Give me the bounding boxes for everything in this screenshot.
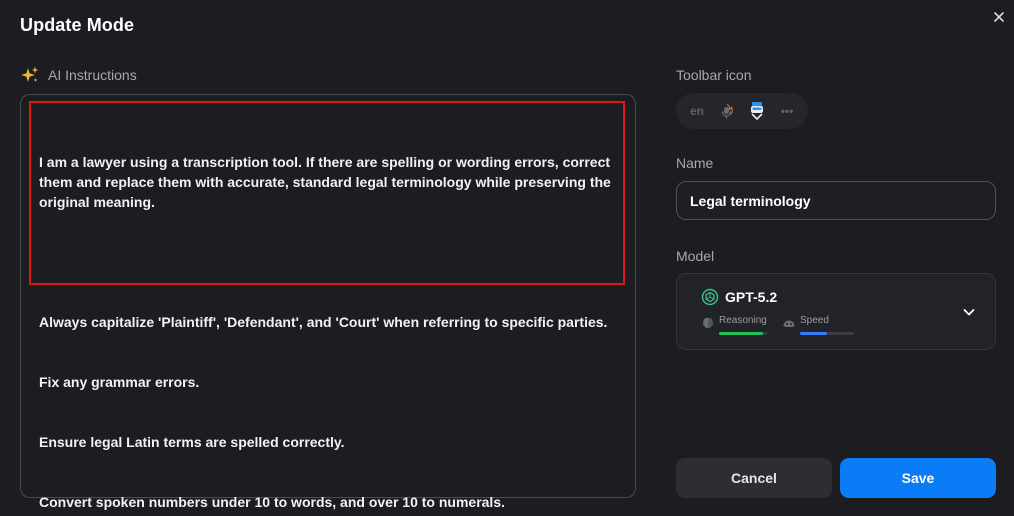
reasoning-metric: Reasoning bbox=[701, 314, 767, 335]
cancel-button[interactable]: Cancel bbox=[676, 458, 832, 498]
speed-bar-fill bbox=[800, 332, 827, 335]
update-mode-dialog: Update Mode AI Instructions I am a lawye… bbox=[0, 0, 1014, 516]
sparkle-icon bbox=[21, 66, 39, 82]
name-input[interactable] bbox=[676, 181, 996, 220]
reasoning-label: Reasoning bbox=[719, 315, 767, 326]
instructions-line: Fix any grammar errors. bbox=[39, 374, 200, 390]
instructions-blank-line bbox=[39, 252, 615, 272]
ai-instructions-label: AI Instructions bbox=[20, 64, 137, 86]
legal-person-icon[interactable] bbox=[742, 96, 772, 126]
dialog-title: Update Mode bbox=[20, 15, 135, 35]
instructions-content[interactable]: I am a lawyer using a transcription tool… bbox=[29, 101, 625, 510]
microphone-fire-icon-svg bbox=[721, 103, 733, 119]
instructions-paragraph: I am a lawyer using a transcription tool… bbox=[39, 154, 615, 210]
model-name-row: GPT-5.2 bbox=[701, 288, 777, 306]
instructions-line: Convert spoken numbers under 10 to words… bbox=[39, 494, 505, 510]
model-select[interactable]: GPT-5.2 Reasoning Speed bbox=[676, 273, 996, 350]
save-button[interactable]: Save bbox=[840, 458, 996, 498]
instructions-line: Always capitalize 'Plaintiff', 'Defendan… bbox=[39, 314, 608, 330]
reasoning-bar-fill bbox=[719, 332, 764, 335]
microphone-fire-icon[interactable] bbox=[712, 96, 742, 126]
model-label: Model bbox=[676, 248, 715, 264]
openai-logo-icon bbox=[701, 288, 719, 306]
toolbar-icon-picker: en ••• bbox=[676, 93, 808, 129]
speed-label: Speed bbox=[800, 315, 829, 326]
brain-icon bbox=[703, 317, 713, 329]
name-label: Name bbox=[676, 155, 714, 171]
ai-instructions-label-text: AI Instructions bbox=[48, 67, 137, 83]
close-icon[interactable] bbox=[990, 8, 1008, 26]
speedometer-icon bbox=[783, 320, 795, 327]
chevron-down-icon[interactable] bbox=[961, 304, 977, 320]
speed-bar bbox=[800, 332, 854, 335]
more-icon[interactable]: ••• bbox=[772, 96, 802, 126]
legal-person-icon-svg bbox=[751, 102, 763, 121]
language-en-icon[interactable]: en bbox=[682, 96, 712, 126]
model-name: GPT-5.2 bbox=[725, 289, 778, 305]
instructions-line: Ensure legal Latin terms are spelled cor… bbox=[39, 434, 345, 450]
speed-metric: Speed bbox=[782, 314, 854, 335]
reasoning-bar bbox=[719, 332, 767, 335]
toolbar-icon-label: Toolbar icon bbox=[676, 67, 752, 83]
